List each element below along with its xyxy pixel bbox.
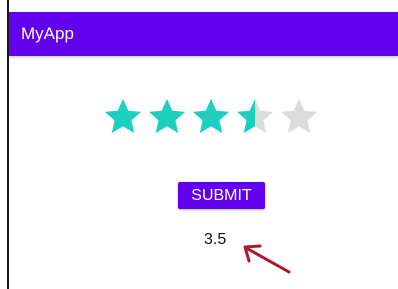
submit-button[interactable]: SUBMIT (178, 182, 265, 209)
star-icon[interactable] (235, 97, 275, 137)
app-bar: MyApp (9, 12, 398, 56)
star-icon[interactable] (103, 97, 143, 137)
window-top-edge (7, 0, 398, 12)
star-icon[interactable] (147, 97, 187, 137)
star-icon[interactable] (279, 97, 319, 137)
rating-value-text: 3.5 (204, 231, 227, 248)
app-screen: MyApp SUBMIT 3.5 (0, 0, 398, 289)
star-icon[interactable] (191, 97, 231, 137)
annotation-arrow-icon (243, 244, 291, 274)
app-title: MyApp (21, 24, 74, 43)
star-rating[interactable] (103, 97, 319, 141)
